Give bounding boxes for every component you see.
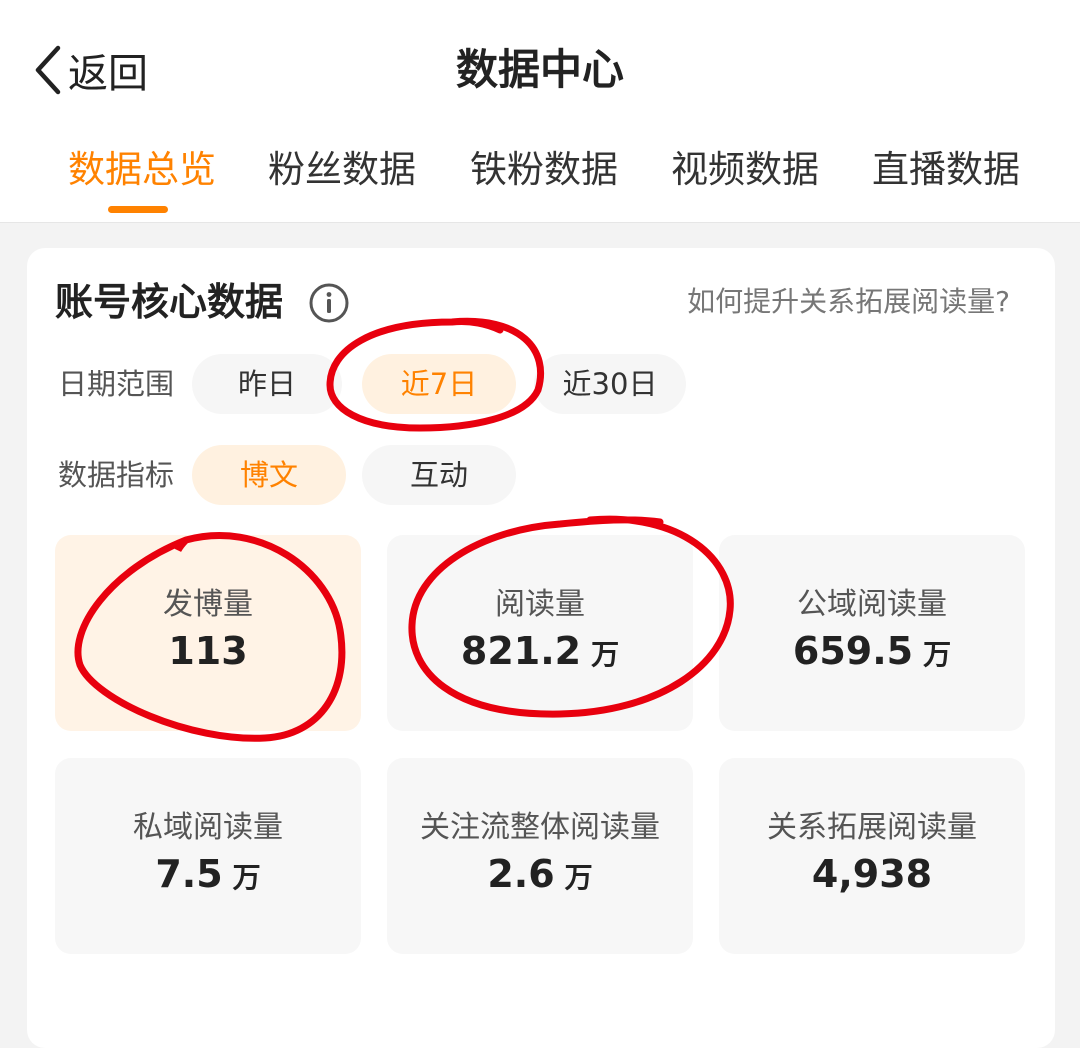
metric-value: 659.5 万 — [792, 629, 952, 673]
info-icon[interactable] — [308, 282, 350, 324]
metric-tile-public-reads[interactable]: 公域阅读量 659.5 万 — [719, 535, 1025, 731]
date-option-30-days[interactable]: 近30日 — [534, 354, 686, 414]
date-option-7-days[interactable]: 近7日 — [362, 354, 516, 414]
metric-option-posts[interactable]: 博文 — [192, 445, 346, 505]
section-title: 账号核心数据 — [55, 280, 284, 324]
metric-label: 私域阅读量 — [133, 810, 283, 845]
metric-label: 发博量 — [163, 587, 253, 622]
metric-value: 113 — [168, 629, 248, 673]
metric-value: 4,938 — [811, 852, 933, 896]
metric-label: 关系拓展阅读量 — [767, 810, 977, 845]
top-bar: 返回 数据中心 数据总览 粉丝数据 铁粉数据 视频数据 直播数据 — [0, 0, 1080, 223]
metric-tile-relation-reads[interactable]: 关系拓展阅读量 4,938 — [719, 758, 1025, 954]
metric-value: 2.6 万 — [487, 852, 593, 896]
tab-fans[interactable]: 粉丝数据 — [268, 140, 416, 200]
metric-tile-reads[interactable]: 阅读量 821.2 万 — [387, 535, 693, 731]
metric-value: 7.5 万 — [155, 852, 261, 896]
active-tab-indicator — [108, 206, 168, 213]
metric-type-label: 数据指标 — [58, 458, 175, 492]
tab-iron-fans[interactable]: 铁粉数据 — [470, 140, 618, 200]
date-option-yesterday[interactable]: 昨日 — [192, 354, 342, 414]
page-title: 数据中心 — [455, 45, 624, 94]
tab-overview[interactable]: 数据总览 — [68, 140, 216, 200]
tab-video[interactable]: 视频数据 — [671, 140, 819, 200]
metric-tile-follow-feed-reads[interactable]: 关注流整体阅读量 2.6 万 — [387, 758, 693, 954]
metric-label: 关注流整体阅读量 — [420, 810, 660, 845]
date-range-label: 日期范围 — [58, 367, 175, 401]
help-link[interactable]: 如何提升关系拓展阅读量? — [687, 280, 1010, 324]
metric-tile-posts[interactable]: 发博量 113 — [55, 535, 361, 731]
metric-tile-private-reads[interactable]: 私域阅读量 7.5 万 — [55, 758, 361, 954]
metric-label: 阅读量 — [495, 587, 585, 622]
metric-value: 821.2 万 — [460, 629, 620, 673]
metric-label: 公域阅读量 — [797, 587, 947, 622]
metric-option-interactions[interactable]: 互动 — [362, 445, 516, 505]
tab-live[interactable]: 直播数据 — [872, 140, 1020, 200]
